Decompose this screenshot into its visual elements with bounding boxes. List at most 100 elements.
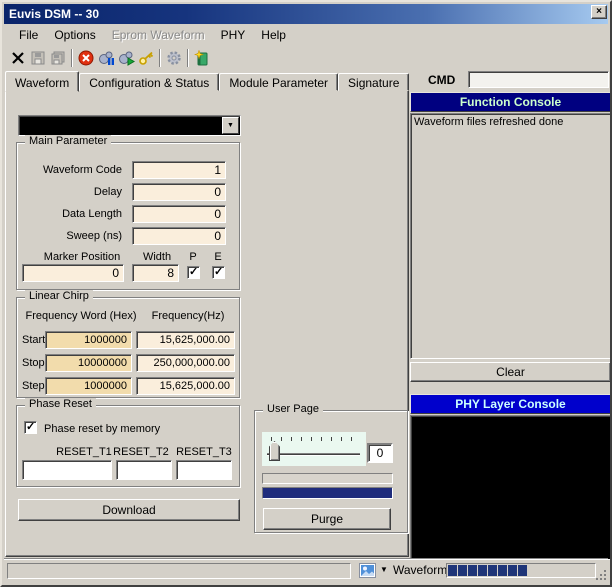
- reset-t3-field[interactable]: [176, 460, 232, 480]
- reset-t1-field[interactable]: [22, 460, 112, 480]
- marker-p-label: P: [189, 251, 197, 263]
- tab-module-parameter[interactable]: Module Parameter: [219, 73, 339, 91]
- window-title: Euvis DSM -- 30: [9, 7, 100, 21]
- phy-console-header: PHY Layer Console: [410, 394, 610, 414]
- tab-signature[interactable]: Signature: [338, 73, 410, 91]
- waveform-code-label: Waveform Code: [42, 164, 122, 176]
- phase-reset-checkbox[interactable]: ✓: [24, 421, 37, 434]
- user-page-slider[interactable]: [262, 432, 366, 466]
- cmd-label: CMD: [428, 73, 456, 87]
- function-console-list[interactable]: Waveform files refreshed done: [410, 113, 610, 359]
- app-window: Euvis DSM -- 30 × File Options Eprom Wav…: [0, 0, 612, 587]
- stop-hz-field[interactable]: [136, 354, 235, 372]
- key-icon[interactable]: [136, 48, 156, 68]
- resize-grip-icon[interactable]: [595, 569, 607, 581]
- marker-e-label: E: [214, 251, 222, 263]
- marker-position-label: Marker Position: [43, 251, 121, 263]
- main-parameter-group: Main Parameter Waveform Code Delay Data …: [16, 135, 240, 290]
- start-hex-field[interactable]: [45, 331, 132, 349]
- marker-p-checkbox[interactable]: ✓: [187, 266, 200, 279]
- reset-t1-label: RESET_T1: [56, 446, 112, 458]
- delete-icon[interactable]: [8, 48, 28, 68]
- status-progress: [446, 563, 596, 578]
- waveform-code-field[interactable]: [132, 161, 226, 179]
- menu-options[interactable]: Options: [46, 26, 103, 44]
- toolbar-separator: [159, 49, 161, 67]
- reset-t2-label: RESET_T2: [113, 446, 169, 458]
- frequency-hz-header: Frequency(Hz): [151, 310, 225, 322]
- start-label: Start: [22, 334, 46, 346]
- user-page-group: User Page 0 Purge: [254, 403, 408, 533]
- phy-console-output: [410, 415, 610, 560]
- process-pause-icon[interactable]: [96, 48, 116, 68]
- step-label: Step: [22, 380, 45, 392]
- linear-chirp-group: Linear Chirp Frequency Word (Hex) Freque…: [16, 290, 240, 398]
- new-log-icon[interactable]: [192, 48, 212, 68]
- function-console-header: Function Console: [410, 92, 610, 112]
- save-icon[interactable]: [28, 48, 48, 68]
- waveform-file-combobox[interactable]: ▼: [18, 115, 241, 136]
- menu-phy[interactable]: PHY: [213, 26, 254, 44]
- slider-thumb[interactable]: [269, 441, 280, 461]
- close-button[interactable]: ×: [591, 5, 607, 19]
- reset-t2-field[interactable]: [116, 460, 172, 480]
- phase-reset-title: Phase Reset: [25, 398, 96, 410]
- user-page-value[interactable]: 0: [367, 443, 393, 463]
- close-icon: ×: [596, 6, 602, 17]
- main-parameter-title: Main Parameter: [25, 135, 112, 147]
- stop-hex-field[interactable]: [45, 354, 132, 372]
- phase-reset-checkbox-label: Phase reset by memory: [44, 423, 161, 435]
- mode-dropdown-icon[interactable]: ▼: [380, 565, 388, 574]
- mode-label: Waveform: [393, 563, 448, 577]
- cmd-input[interactable]: [468, 71, 609, 88]
- menu-bar: File Options Eprom Waveform PHY Help: [4, 25, 608, 45]
- menu-help[interactable]: Help: [253, 26, 294, 44]
- tab-strip: Waveform Configuration & Status Module P…: [5, 70, 410, 92]
- menu-file[interactable]: File: [11, 26, 46, 44]
- toolbar-separator: [187, 49, 189, 67]
- marker-position-field[interactable]: [22, 264, 124, 282]
- data-length-field[interactable]: [132, 205, 226, 223]
- stop-icon[interactable]: [76, 48, 96, 68]
- marker-width-field[interactable]: [132, 264, 179, 282]
- check-icon: ✓: [26, 421, 36, 433]
- status-bar: ▼ Waveform: [4, 558, 608, 583]
- check-icon: ✓: [189, 266, 199, 278]
- status-message-panel: [7, 563, 351, 579]
- data-length-label: Data Length: [62, 208, 122, 220]
- waveform-tab-pane: ▼ Main Parameter Waveform Code Delay Dat…: [5, 90, 409, 557]
- start-hz-field[interactable]: [136, 331, 235, 349]
- toolbar: [4, 46, 608, 70]
- tab-waveform[interactable]: Waveform: [5, 71, 80, 92]
- menu-eprom-waveform[interactable]: Eprom Waveform: [104, 26, 213, 44]
- check-icon: ✓: [214, 266, 224, 278]
- console-message: Waveform files refreshed done: [414, 116, 564, 128]
- save-all-icon[interactable]: [48, 48, 68, 68]
- toolbar-separator: [71, 49, 73, 67]
- slider-track[interactable]: [267, 453, 360, 456]
- delay-field[interactable]: [132, 183, 226, 201]
- sweep-field[interactable]: [132, 227, 226, 245]
- step-hex-field[interactable]: [45, 377, 132, 395]
- clear-button[interactable]: Clear: [410, 362, 610, 382]
- download-button[interactable]: Download: [18, 499, 240, 521]
- slider-ticks: [271, 437, 353, 441]
- stop-label: Stop: [22, 357, 45, 369]
- chevron-down-icon: ▼: [227, 122, 234, 129]
- combobox-dropdown-button[interactable]: ▼: [222, 117, 239, 134]
- image-icon[interactable]: [359, 562, 376, 579]
- phase-reset-group: Phase Reset ✓ Phase reset by memory RESE…: [16, 398, 240, 487]
- settings-gear-icon[interactable]: [164, 48, 184, 68]
- marker-e-checkbox[interactable]: ✓: [212, 266, 225, 279]
- user-page-progress-filled: [262, 487, 393, 499]
- step-hz-field[interactable]: [136, 377, 235, 395]
- reset-t3-label: RESET_T3: [176, 446, 232, 458]
- user-page-title: User Page: [263, 403, 323, 415]
- process-run-icon[interactable]: [116, 48, 136, 68]
- user-page-progress-empty: [262, 473, 393, 484]
- marker-width-label: Width: [142, 251, 172, 263]
- right-panel: CMD Function Console Waveform files refr…: [410, 70, 610, 560]
- linear-chirp-title: Linear Chirp: [25, 290, 93, 302]
- purge-button[interactable]: Purge: [263, 508, 391, 530]
- tab-configuration-status[interactable]: Configuration & Status: [79, 73, 220, 91]
